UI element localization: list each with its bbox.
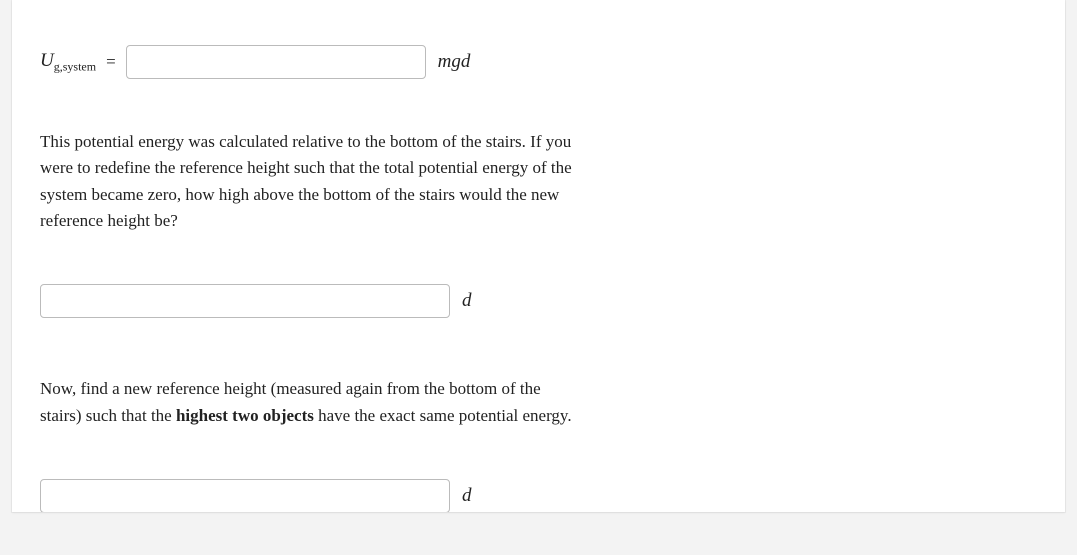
unit-label-d-2: d [462, 290, 472, 312]
question-text-3-after: have the exact same potential energy. [314, 406, 572, 425]
variable-main: U [40, 50, 54, 71]
question-card: Ug,system = mgd This potential energy wa… [12, 0, 1065, 512]
unit-label-d-3: d [462, 485, 472, 507]
answer-input-1[interactable] [126, 45, 426, 79]
input-row-3: d [40, 479, 1037, 512]
variable-symbol: Ug,system [40, 50, 96, 74]
variable-subscript: g,system [54, 59, 96, 73]
question-text-3-bold: highest two objects [176, 406, 314, 425]
unit-label-mgd: mgd [438, 51, 471, 73]
question-text-3: Now, find a new reference height (measur… [40, 376, 580, 429]
answer-input-2[interactable] [40, 284, 450, 318]
question-text-2: This potential energy was calculated rel… [40, 129, 580, 234]
answer-input-3[interactable] [40, 479, 450, 512]
formula-row-1: Ug,system = mgd [40, 45, 1037, 79]
input-row-2: d [40, 284, 1037, 318]
equals-sign: = [106, 52, 116, 72]
